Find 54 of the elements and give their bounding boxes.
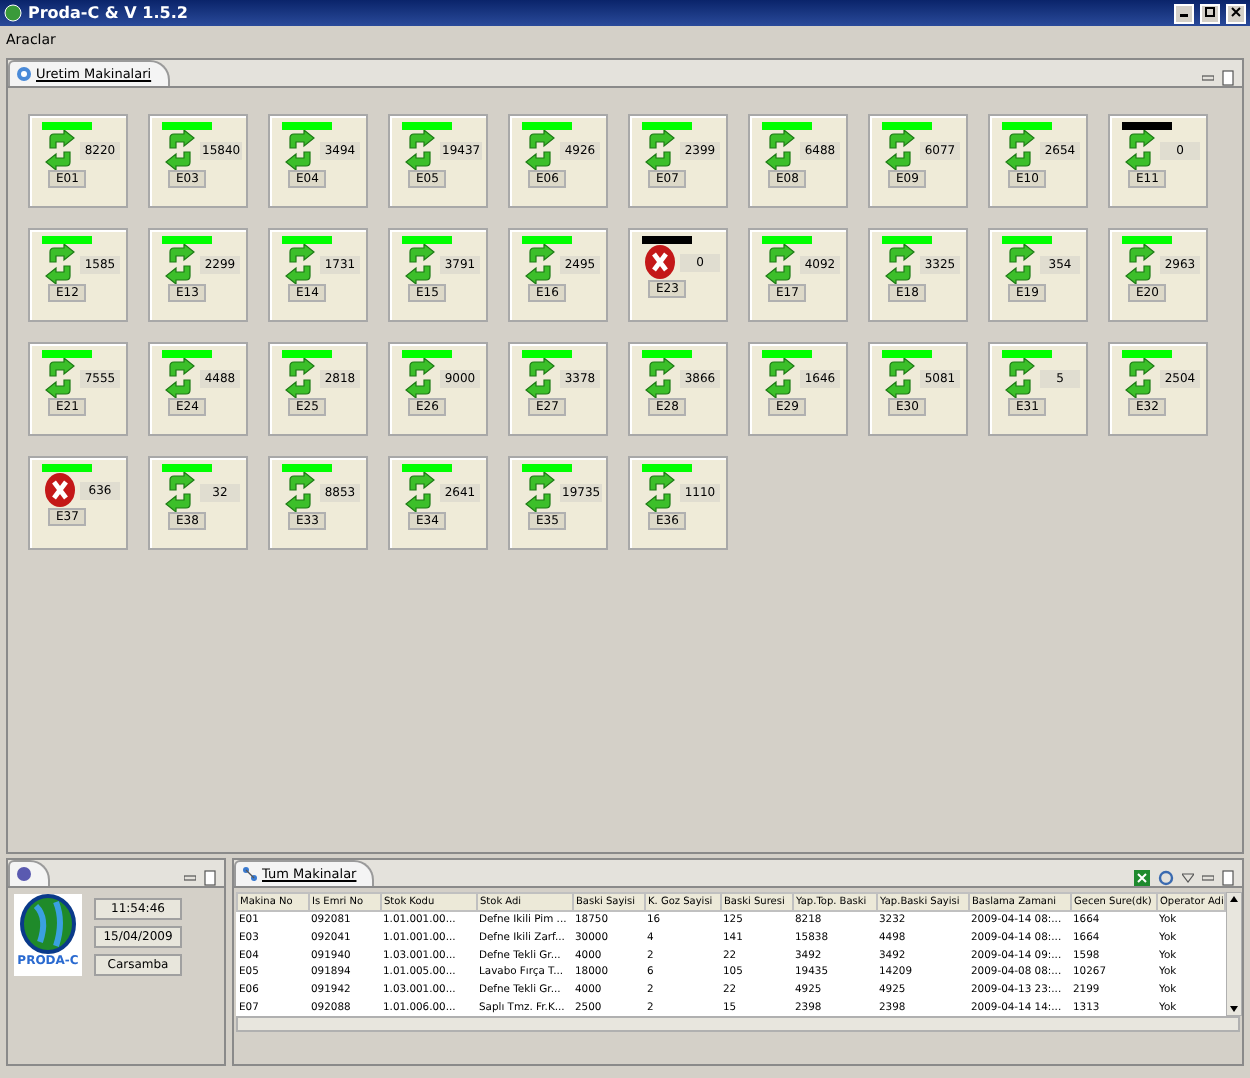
maximize-icon[interactable] [204, 870, 216, 886]
refresh-arrows-icon [164, 358, 196, 398]
refresh-arrows-icon [44, 130, 76, 170]
restore-button[interactable] [1200, 3, 1220, 23]
minimize-icon[interactable] [1202, 872, 1214, 884]
refresh-arrows-icon [284, 130, 316, 170]
refresh-arrows-icon [884, 130, 916, 170]
maximize-icon[interactable] [1222, 70, 1234, 86]
refresh-arrows-icon [644, 472, 676, 512]
refresh-arrows-icon [44, 358, 76, 398]
refresh-arrows-icon [764, 358, 796, 398]
refresh-arrows-icon [1004, 358, 1036, 398]
maximize-icon[interactable] [1222, 870, 1234, 886]
refresh-arrows-icon [644, 130, 676, 170]
refresh-arrows-icon [884, 244, 916, 284]
spreadsheet-icon[interactable] [1134, 870, 1150, 886]
refresh-arrows-icon [164, 244, 196, 284]
refresh-arrows-icon [524, 130, 556, 170]
refresh-arrows-icon [644, 358, 676, 398]
minimize-icon[interactable] [184, 872, 196, 884]
refresh-arrows-icon [404, 358, 436, 398]
close-button[interactable] [1226, 3, 1246, 23]
restore-icon [1204, 5, 1216, 17]
refresh-arrows-icon [1004, 130, 1036, 170]
refresh-arrows-icon [404, 130, 436, 170]
refresh-arrows-icon [1124, 130, 1156, 170]
refresh-arrows-icon [284, 358, 316, 398]
view-icon [16, 66, 32, 82]
refresh-arrows-icon [164, 472, 196, 512]
refresh-arrows-icon [1124, 358, 1156, 398]
refresh-arrows-icon [1004, 244, 1036, 284]
refresh-arrows-icon [284, 244, 316, 284]
refresh-arrows-icon [764, 244, 796, 284]
refresh-arrows-icon [1124, 244, 1156, 284]
refresh-arrows-icon [764, 130, 796, 170]
close-icon [1230, 5, 1242, 17]
refresh-arrows-icon [44, 244, 76, 284]
network-icon [242, 866, 258, 882]
window-title: Proda-C & V 1.5.2 [28, 4, 190, 22]
dropdown-icon[interactable] [1182, 872, 1194, 884]
tab[interactable] [8, 860, 50, 886]
refresh-arrows-icon [884, 358, 916, 398]
refresh-arrows-icon [524, 358, 556, 398]
refresh-arrows-icon [164, 130, 196, 170]
minimize-button[interactable] [1174, 3, 1194, 23]
refresh-arrows-icon [284, 472, 316, 512]
refresh-arrows-icon [524, 472, 556, 512]
refresh-arrows-icon [524, 244, 556, 284]
error-x-icon [644, 244, 676, 280]
minimize-icon[interactable] [1202, 72, 1214, 84]
refresh-arrows-icon [404, 472, 436, 512]
vertical-scrollbar[interactable] [1226, 892, 1242, 1016]
error-x-icon [44, 472, 76, 508]
refresh-arrows-icon [404, 244, 436, 284]
